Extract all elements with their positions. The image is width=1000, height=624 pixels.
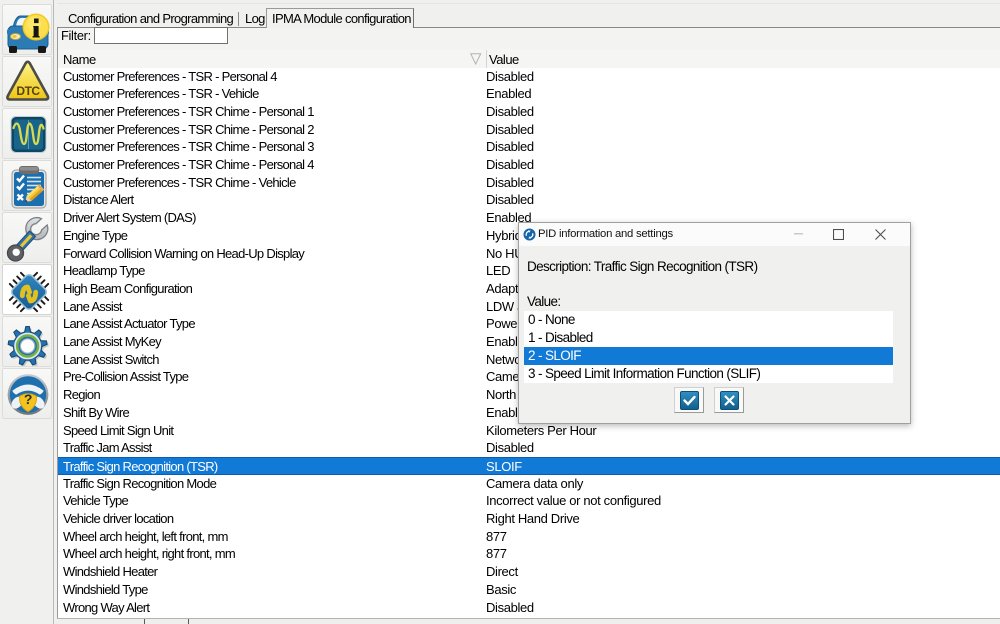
- svg-text:DTC: DTC: [16, 84, 40, 98]
- svg-text:?: ?: [24, 391, 33, 407]
